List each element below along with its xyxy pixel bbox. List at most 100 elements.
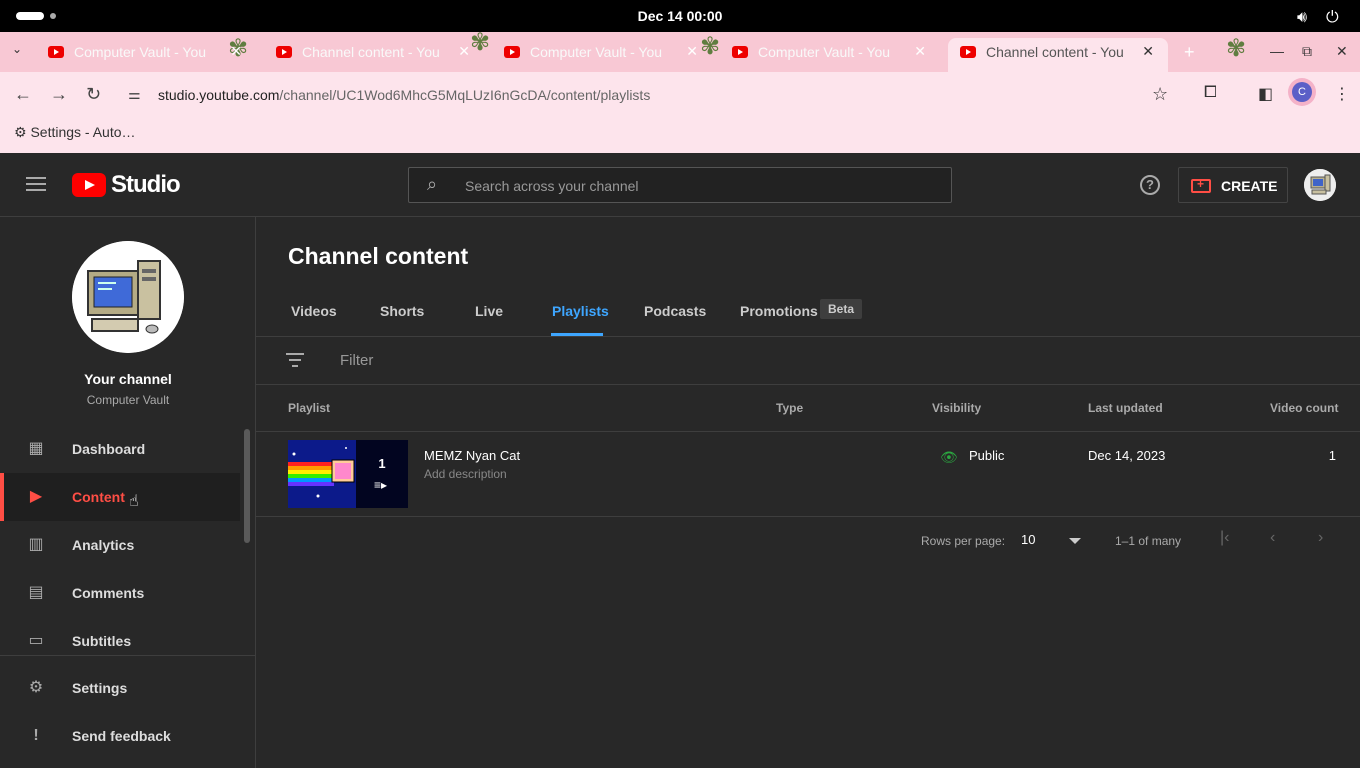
comments-icon: ▤ bbox=[28, 584, 44, 601]
bookmark-label: Settings - Auto… bbox=[30, 124, 136, 140]
tab-live[interactable]: Live bbox=[475, 303, 503, 319]
thumbnail-video-count: 1 bbox=[378, 456, 386, 471]
next-page-icon[interactable]: › bbox=[1318, 529, 1323, 547]
close-tab-icon[interactable]: ✕ bbox=[458, 43, 470, 60]
channel-avatar[interactable] bbox=[72, 241, 184, 353]
channel-title: Your channel bbox=[84, 371, 172, 387]
first-page-icon[interactable]: |‹ bbox=[1220, 529, 1229, 547]
browser-tab[interactable]: Computer Vault - You ✕ bbox=[492, 38, 712, 72]
youtube-favicon-icon bbox=[276, 46, 292, 58]
bookmark-star-icon[interactable]: ☆ bbox=[1152, 84, 1168, 105]
sidebar-item-label: Subtitles bbox=[72, 633, 132, 649]
video-count-value: 1 bbox=[1328, 448, 1336, 463]
column-header-type: Type bbox=[776, 401, 804, 415]
sidebar-scrollbar[interactable] bbox=[244, 429, 250, 543]
system-clock[interactable]: Dec 14 00:00 bbox=[0, 8, 1360, 24]
playlist-thumbnail[interactable]: 1 ≡▸ bbox=[288, 440, 408, 508]
settings-icon: ⚙ bbox=[28, 679, 44, 696]
extensions-icon[interactable]: ⧠ bbox=[1204, 84, 1217, 102]
studio-header: Studio ⌕ ? CREATE bbox=[0, 153, 1360, 217]
analytics-icon: ▥ bbox=[28, 536, 44, 553]
hamburger-menu-icon[interactable] bbox=[26, 177, 46, 191]
sidebar-item-settings[interactable]: ⚙ Settings bbox=[0, 664, 240, 712]
previous-page-icon[interactable]: ‹ bbox=[1270, 529, 1275, 547]
search-input[interactable] bbox=[465, 176, 925, 196]
back-arrow-icon[interactable]: ← bbox=[14, 84, 32, 105]
filter-input[interactable]: Filter bbox=[340, 352, 373, 369]
youtube-favicon-icon bbox=[960, 46, 976, 58]
browser-menu-icon[interactable]: ⋮ bbox=[1334, 84, 1350, 104]
create-button[interactable]: CREATE bbox=[1178, 167, 1288, 203]
bookmark-item[interactable]: ⚙ Settings - Auto… bbox=[14, 124, 136, 141]
profile-avatar[interactable]: C bbox=[1292, 82, 1312, 102]
close-tab-icon[interactable]: ✕ bbox=[1142, 43, 1154, 60]
pagination-range: 1–1 of many bbox=[1115, 534, 1182, 548]
browser-tab[interactable]: Computer Vault - You ✕ bbox=[720, 38, 940, 72]
tab-videos[interactable]: Videos bbox=[291, 303, 337, 319]
sidebar-item-send-feedback[interactable]: ! Send feedback bbox=[0, 712, 240, 760]
eye-icon: 👁︎ bbox=[940, 449, 958, 465]
sidebar-item-analytics[interactable]: ▥ Analytics bbox=[0, 521, 240, 569]
sidebar-item-subtitles[interactable]: ▭ Subtitles bbox=[0, 617, 240, 665]
restore-icon[interactable]: ⧉ bbox=[1302, 43, 1312, 60]
column-header-visibility: Visibility bbox=[932, 401, 982, 415]
tab-strip: ✾ ✾ ✾ ✾ ⌄ Computer Vault - You ✕ Channel… bbox=[0, 29, 1360, 72]
tab-title: Computer Vault - You bbox=[758, 44, 891, 60]
reload-icon[interactable]: ↻ bbox=[86, 84, 101, 105]
logo-text: Studio bbox=[111, 171, 181, 198]
account-avatar[interactable] bbox=[1304, 169, 1336, 201]
browser-tab[interactable]: Channel content - You ✕ bbox=[264, 38, 484, 72]
close-tab-icon[interactable]: ✕ bbox=[686, 43, 698, 60]
content-icon: ▶ bbox=[29, 488, 43, 505]
power-icon[interactable]: ⏻ bbox=[1326, 7, 1339, 27]
close-tab-icon[interactable]: ✕ bbox=[914, 43, 926, 60]
browser-tab-active[interactable]: Channel content - You ✕ bbox=[948, 38, 1168, 72]
url-path: /channel/UC1Wod6MhcG5MqLUzI6nGcDA/conten… bbox=[279, 87, 651, 103]
tab-promotions[interactable]: Promotions bbox=[740, 303, 818, 319]
main-content: Channel content Videos Shorts Live Playl… bbox=[256, 217, 1360, 768]
browser-tab[interactable]: Computer Vault - You ✕ bbox=[36, 38, 256, 72]
leaf-decoration: ✾ bbox=[1226, 35, 1247, 62]
studio-sidebar: Your channel Computer Vault ▦ Dashboard … bbox=[0, 217, 256, 768]
site-info-icon[interactable]: ⚌ bbox=[128, 86, 144, 102]
tab-title: Computer Vault - You bbox=[530, 44, 663, 60]
filter-bar[interactable]: Filter bbox=[256, 337, 1360, 385]
sidebar-item-content[interactable]: ▶ Content bbox=[0, 473, 240, 521]
new-tab-plus-icon[interactable]: + bbox=[1184, 42, 1195, 63]
minimize-icon[interactable]: — bbox=[1270, 43, 1284, 59]
rows-per-page-value: 10 bbox=[1021, 532, 1036, 547]
beta-badge: Beta bbox=[820, 299, 863, 319]
tab-playlists[interactable]: Playlists bbox=[552, 303, 609, 319]
page-title: Channel content bbox=[288, 243, 469, 269]
help-icon[interactable]: ? bbox=[1140, 175, 1160, 195]
side-panel-icon[interactable]: ◧ bbox=[1258, 84, 1273, 104]
youtube-favicon-icon bbox=[504, 46, 520, 58]
active-tab-indicator bbox=[551, 333, 603, 336]
sidebar-divider bbox=[0, 655, 256, 656]
visibility-value[interactable]: Public bbox=[969, 448, 1004, 463]
tab-search-chevron-icon[interactable]: ⌄ bbox=[12, 42, 22, 56]
playlist-description[interactable]: Add description bbox=[424, 467, 507, 481]
close-window-icon[interactable]: ✕ bbox=[1336, 43, 1348, 60]
filter-icon[interactable] bbox=[286, 353, 304, 367]
sidebar-item-label: Send feedback bbox=[72, 728, 171, 744]
pagination-bar: Rows per page: 10 1–1 of many |‹ ‹ › bbox=[256, 517, 1360, 565]
browser-toolbar: ← → ↻ ⚌ studio.youtube.com/channel/UC1Wo… bbox=[0, 72, 1360, 118]
close-tab-icon[interactable]: ✕ bbox=[230, 43, 242, 60]
youtube-favicon-icon bbox=[732, 46, 748, 58]
rows-per-page-select[interactable]: 10 bbox=[1021, 532, 1083, 552]
content-tabs: Videos Shorts Live Playlists Podcasts Pr… bbox=[256, 289, 1360, 337]
sidebar-item-dashboard[interactable]: ▦ Dashboard bbox=[0, 425, 240, 473]
table-row[interactable]: 1 ≡▸ MEMZ Nyan Cat Add description 👁︎ Pu… bbox=[256, 432, 1360, 517]
url-text[interactable]: studio.youtube.com/channel/UC1Wod6MhcG5M… bbox=[158, 87, 650, 103]
channel-search-box[interactable]: ⌕ bbox=[408, 167, 952, 203]
sidebar-item-comments[interactable]: ▤ Comments bbox=[0, 569, 240, 617]
tab-shorts[interactable]: Shorts bbox=[380, 303, 424, 319]
playlist-title[interactable]: MEMZ Nyan Cat bbox=[424, 448, 520, 463]
volume-icon[interactable]: 🔊︎ bbox=[1297, 7, 1307, 27]
youtube-play-icon bbox=[72, 173, 106, 197]
tab-podcasts[interactable]: Podcasts bbox=[644, 303, 706, 319]
address-bar[interactable]: ⚌ studio.youtube.com/channel/UC1Wod6MhcG… bbox=[118, 78, 1188, 112]
column-header-last-updated[interactable]: Last updated bbox=[1088, 401, 1163, 415]
forward-arrow-icon[interactable]: → bbox=[50, 84, 68, 105]
